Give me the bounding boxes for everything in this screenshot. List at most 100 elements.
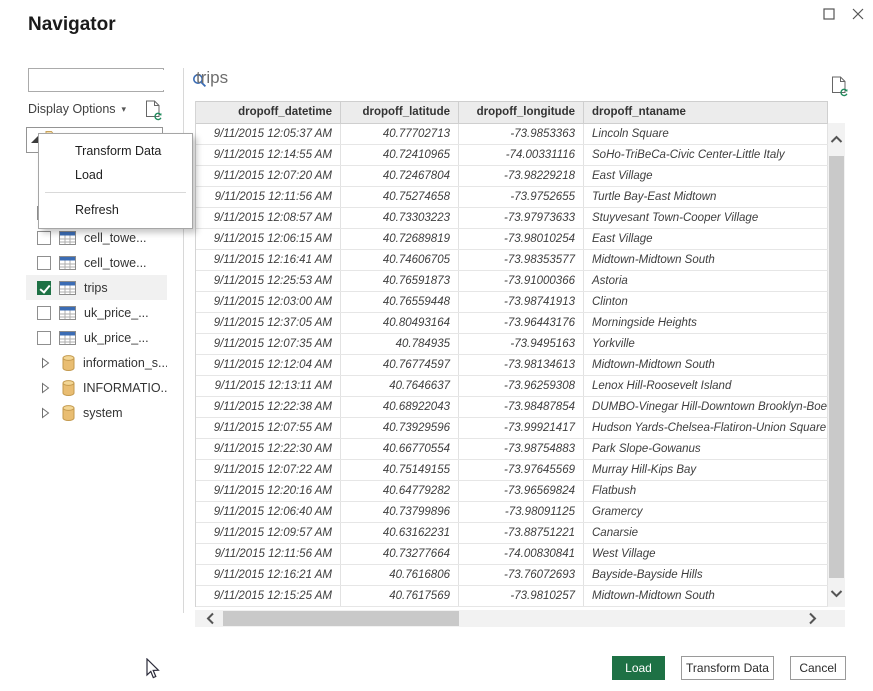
table-cell: 40.74606705: [341, 250, 459, 270]
table-cell: 40.72410965: [341, 145, 459, 165]
database-icon: [62, 355, 75, 371]
horizontal-scrollbar[interactable]: [195, 610, 845, 627]
close-button[interactable]: [848, 5, 868, 23]
table-row: 9/11/2015 12:07:35 AM40.784935-73.949516…: [196, 334, 828, 355]
tree-item-uk-price[interactable]: uk_price_...: [26, 325, 167, 350]
table-row: 9/11/2015 12:11:56 AM40.75274658-73.9752…: [196, 187, 828, 208]
table-cell: Canarsie: [584, 523, 828, 543]
table-cell: 40.784935: [341, 334, 459, 354]
table-cell: 40.73929596: [341, 418, 459, 438]
table-cell: 9/11/2015 12:11:56 AM: [196, 187, 341, 207]
menu-item-load[interactable]: Load: [39, 163, 192, 187]
table-row: 9/11/2015 12:16:21 AM40.7616806-73.76072…: [196, 565, 828, 586]
table-cell: Yorkville: [584, 334, 828, 354]
table-row: 9/11/2015 12:06:40 AM40.73799896-73.9809…: [196, 502, 828, 523]
column-header: dropoff_latitude: [341, 102, 459, 123]
tree-item-label: system: [83, 406, 123, 420]
table-cell: East Village: [584, 229, 828, 249]
table-cell: 40.76774597: [341, 355, 459, 375]
tree-item-cell-towe[interactable]: cell_towe...: [26, 250, 167, 275]
table-row: 9/11/2015 12:14:55 AM40.72410965-74.0033…: [196, 145, 828, 166]
maximize-button[interactable]: [819, 5, 839, 23]
preview-table-header: dropoff_datetimedropoff_latitudedropoff_…: [196, 101, 828, 124]
preview-table: dropoff_datetimedropoff_latitudedropoff_…: [195, 101, 828, 607]
load-button[interactable]: Load: [612, 656, 665, 680]
context-menu: Transform Data Load Refresh: [38, 133, 193, 229]
tree-item-informatio[interactable]: INFORMATIO...: [26, 375, 167, 400]
database-icon: [62, 405, 75, 421]
tree-item-label: cell_towe...: [84, 231, 147, 245]
table-cell: 9/11/2015 12:37:05 AM: [196, 313, 341, 333]
menu-item-refresh[interactable]: Refresh: [39, 198, 192, 222]
menu-item-transform-data[interactable]: Transform Data: [39, 139, 192, 163]
checkbox[interactable]: [37, 331, 51, 345]
table-cell: DUMBO-Vinegar Hill-Downtown Brooklyn-Boe…: [584, 397, 828, 417]
table-cell: 9/11/2015 12:11:56 AM: [196, 544, 341, 564]
tree-item-uk-price[interactable]: uk_price_...: [26, 300, 167, 325]
tree-item-label: uk_price_...: [84, 331, 149, 345]
tree-item-information-s[interactable]: information_s...: [26, 350, 167, 375]
search-input[interactable]: [29, 70, 192, 90]
preview-table-body: 9/11/2015 12:05:37 AM40.77702713-73.9853…: [196, 124, 828, 607]
table-cell: Lenox Hill-Roosevelt Island: [584, 376, 828, 396]
table-cell: 9/11/2015 12:16:21 AM: [196, 565, 341, 585]
table-cell: -73.98353577: [459, 250, 584, 270]
expand-arrow-icon[interactable]: [41, 382, 54, 394]
scroll-down-icon[interactable]: [828, 583, 845, 603]
table-cell: -73.91000366: [459, 271, 584, 291]
table-row: 9/11/2015 12:22:30 AM40.66770554-73.9875…: [196, 439, 828, 460]
table-row: 9/11/2015 12:13:11 AM40.7646637-73.96259…: [196, 376, 828, 397]
table-cell: Midtown-Midtown South: [584, 355, 828, 375]
display-options-dropdown[interactable]: Display Options ▾: [28, 102, 126, 116]
vertical-scrollbar-thumb[interactable]: [829, 156, 844, 578]
table-icon: [59, 256, 76, 270]
checkbox[interactable]: [37, 306, 51, 320]
checkbox-checked[interactable]: [37, 281, 51, 295]
table-cell: 40.64779282: [341, 481, 459, 501]
table-cell: 40.76559448: [341, 292, 459, 312]
table-cell: 40.66770554: [341, 439, 459, 459]
expand-arrow-icon[interactable]: [41, 407, 54, 419]
table-row: 9/11/2015 12:09:57 AM40.63162231-73.8875…: [196, 523, 828, 544]
table-cell: -73.98134613: [459, 355, 584, 375]
table-row: 9/11/2015 12:22:38 AM40.68922043-73.9848…: [196, 397, 828, 418]
table-cell: 40.63162231: [341, 523, 459, 543]
table-cell: Stuyvesant Town-Cooper Village: [584, 208, 828, 228]
table-cell: 40.72689819: [341, 229, 459, 249]
table-row: 9/11/2015 12:05:37 AM40.77702713-73.9853…: [196, 124, 828, 145]
chevron-down-icon: ▾: [122, 104, 127, 115]
table-cell: 9/11/2015 12:08:57 AM: [196, 208, 341, 228]
table-cell: Murray Hill-Kips Bay: [584, 460, 828, 480]
refresh-preview-icon[interactable]: [145, 100, 163, 121]
cancel-button[interactable]: Cancel: [790, 656, 846, 680]
vertical-scrollbar[interactable]: [828, 123, 845, 607]
table-row: 9/11/2015 12:11:56 AM40.73277664-74.0083…: [196, 544, 828, 565]
checkbox[interactable]: [37, 231, 51, 245]
transform-data-button[interactable]: Transform Data: [681, 656, 774, 680]
horizontal-scrollbar-thumb[interactable]: [223, 611, 459, 626]
table-cell: -73.98487854: [459, 397, 584, 417]
tree-item-trips[interactable]: trips: [26, 275, 167, 300]
scroll-right-icon[interactable]: [801, 610, 823, 627]
checkbox[interactable]: [37, 256, 51, 270]
table-cell: -73.88751221: [459, 523, 584, 543]
table-cell: 40.73277664: [341, 544, 459, 564]
table-cell: 9/11/2015 12:05:37 AM: [196, 124, 341, 144]
preview-table-title: trips: [196, 68, 228, 88]
table-row: 9/11/2015 12:37:05 AM40.80493164-73.9644…: [196, 313, 828, 334]
scroll-up-icon[interactable]: [828, 129, 845, 149]
table-cell: 9/11/2015 12:06:15 AM: [196, 229, 341, 249]
menu-separator: [45, 192, 186, 193]
table-cell: 9/11/2015 12:22:30 AM: [196, 439, 341, 459]
table-cell: 40.72467804: [341, 166, 459, 186]
table-cell: Hudson Yards-Chelsea-Flatiron-Union Squa…: [584, 418, 828, 438]
table-cell: 9/11/2015 12:13:11 AM: [196, 376, 341, 396]
table-cell: 40.73303223: [341, 208, 459, 228]
table-row: 9/11/2015 12:06:15 AM40.72689819-73.9801…: [196, 229, 828, 250]
expand-arrow-icon[interactable]: [41, 357, 54, 369]
scroll-left-icon[interactable]: [199, 610, 221, 627]
table-cell: Midtown-Midtown South: [584, 586, 828, 606]
table-cell: Bayside-Bayside Hills: [584, 565, 828, 585]
tree-item-system[interactable]: system: [26, 400, 167, 425]
show-as-refresh-icon[interactable]: [831, 76, 849, 97]
